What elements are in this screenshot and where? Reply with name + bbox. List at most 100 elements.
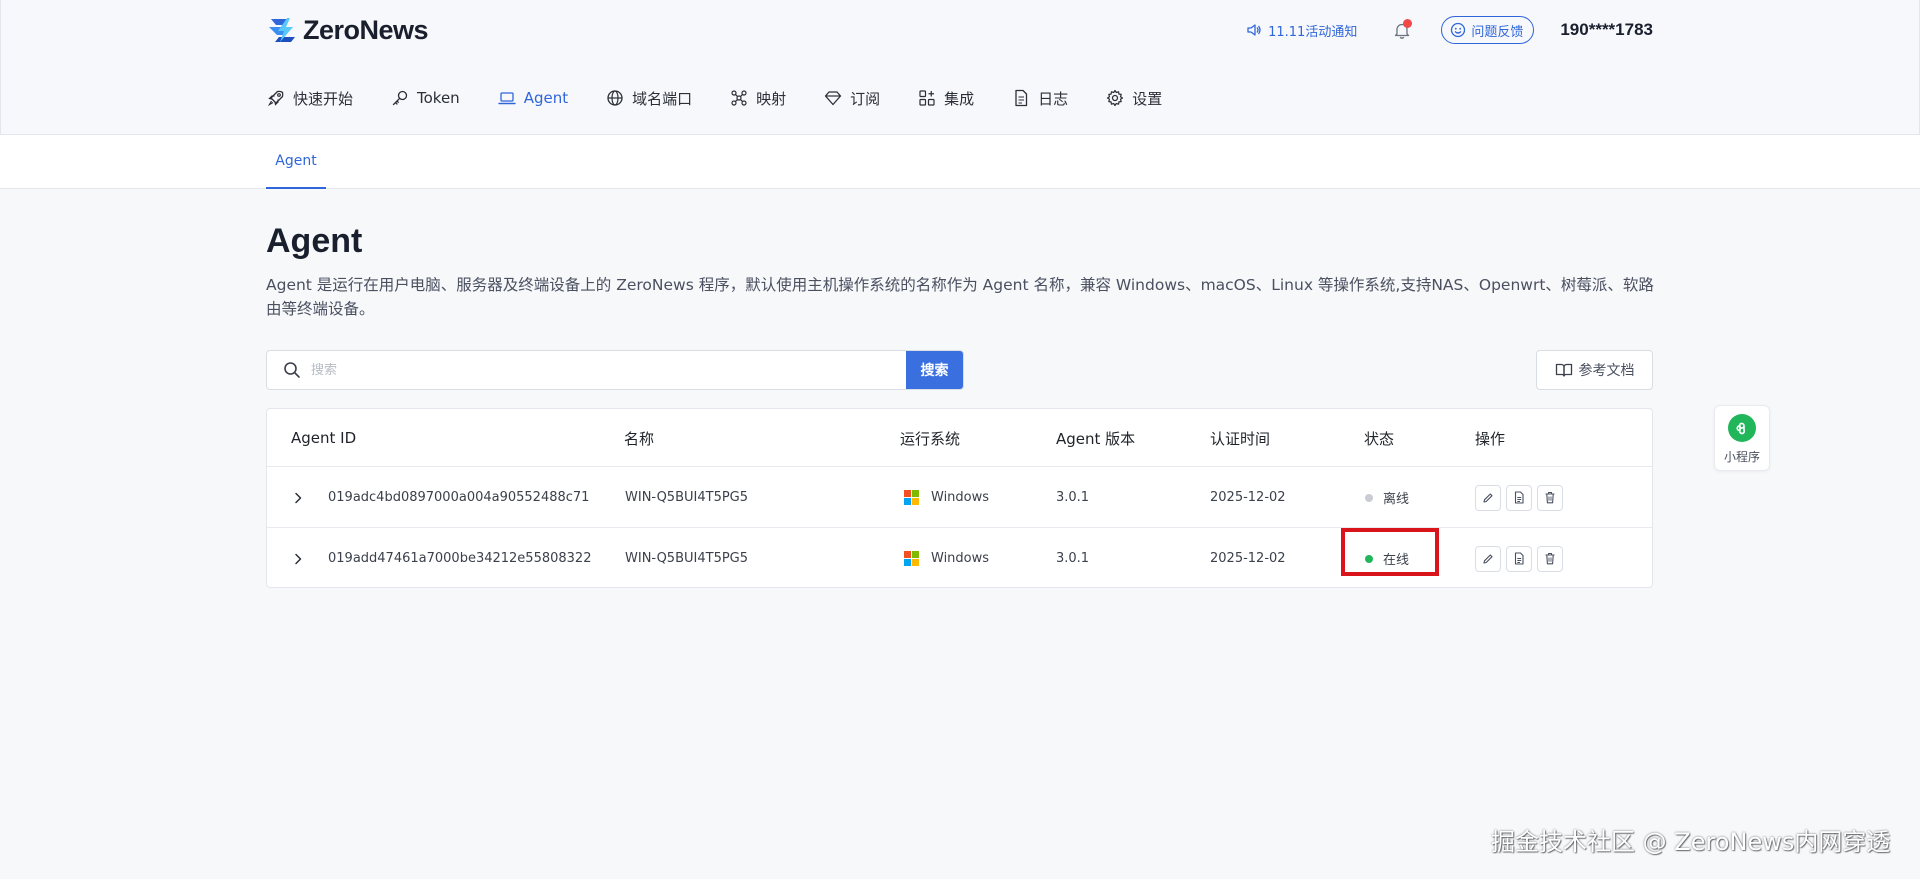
nav-item-quickstart[interactable]: 快速开始 — [267, 88, 353, 109]
log-button[interactable] — [1506, 545, 1532, 572]
mini-program-button[interactable]: 小程序 — [1714, 405, 1770, 471]
search-button[interactable]: 搜索 — [906, 351, 963, 389]
user-phone[interactable]: 190****1783 — [1560, 20, 1653, 40]
row-actions — [1475, 545, 1568, 572]
version-cell: 3.0.1 — [1056, 490, 1090, 505]
logo-text: ZeroNews — [303, 14, 429, 45]
delete-button[interactable] — [1537, 484, 1563, 511]
auth-time-cell: 2025-12-02 — [1210, 490, 1286, 505]
gear-icon — [1107, 89, 1124, 107]
nav-item-subscription[interactable]: 订阅 — [824, 88, 880, 109]
nav-label: Token — [417, 89, 460, 107]
status-cell: 离线 — [1365, 467, 1409, 528]
notification-bell[interactable] — [1391, 19, 1413, 41]
actions-cell — [1475, 467, 1568, 528]
nav-label: 集成 — [944, 89, 975, 108]
grid-icon — [919, 90, 935, 106]
header-actions: 11.11活动通知 问题反馈 190****1783 — [1246, 14, 1653, 46]
speaker-icon — [1247, 24, 1261, 36]
nav-item-domain-port[interactable]: 域名端口 — [606, 88, 692, 109]
actions-cell — [1475, 528, 1568, 589]
top-header: ZeroNews 11.11活动通知 问题反馈 190****1783 快速开始… — [0, 0, 1920, 135]
globe-icon — [607, 90, 623, 106]
column-header-version: Agent 版本 — [1056, 429, 1136, 448]
agent-name-cell: WIN-Q5BUI4T5PG5 — [625, 490, 749, 505]
edit-button[interactable] — [1475, 484, 1501, 511]
mapping-icon — [731, 90, 747, 106]
windows-icon — [904, 490, 919, 505]
log-button[interactable] — [1506, 484, 1532, 511]
nav-item-integration[interactable]: 集成 — [918, 88, 974, 109]
expand-row-button[interactable] — [293, 528, 303, 589]
agent-name-cell: WIN-Q5BUI4T5PG5 — [625, 551, 749, 566]
windows-icon — [904, 551, 919, 566]
page-title: Agent — [266, 222, 363, 260]
agent-id-cell: 019adc4bd0897000a004a90552488c71 — [328, 490, 590, 505]
column-header-auth-time: 认证时间 — [1210, 429, 1271, 448]
pencil-icon — [1483, 492, 1493, 503]
row-actions — [1475, 484, 1568, 511]
mini-program-label: 小程序 — [1723, 450, 1760, 464]
smile-icon — [1451, 22, 1466, 38]
column-header-agent-id: Agent ID — [291, 429, 357, 447]
nav-label: 快速开始 — [293, 89, 354, 108]
laptop-icon — [498, 92, 516, 105]
document-icon — [1514, 552, 1524, 565]
document-icon — [1015, 89, 1028, 107]
chevron-right-icon — [295, 492, 302, 503]
agent-id-cell: 019add47461a7000be34212e55808322 — [328, 551, 592, 566]
search-input[interactable] — [311, 362, 906, 378]
os-label: Windows — [931, 490, 990, 505]
diamond-icon — [824, 91, 842, 106]
column-header-status: 状态 — [1364, 429, 1395, 448]
edit-button[interactable] — [1475, 545, 1501, 572]
column-header-actions: 操作 — [1475, 429, 1506, 448]
nav-item-token[interactable]: Token — [391, 89, 460, 107]
document-icon — [1514, 491, 1524, 504]
column-header-os: 运行系统 — [900, 429, 961, 448]
activity-notice-link[interactable]: 11.11活动通知 — [1246, 21, 1357, 40]
logo[interactable]: ZeroNews — [267, 14, 429, 46]
activity-notice-label: 11.11活动通知 — [1268, 24, 1358, 40]
os-label: Windows — [931, 551, 990, 566]
nav-item-logs[interactable]: 日志 — [1012, 88, 1068, 109]
trash-icon — [1545, 552, 1555, 565]
search-icon — [284, 362, 300, 378]
trash-icon — [1545, 491, 1555, 504]
notification-dot — [1403, 19, 1413, 28]
status-label: 离线 — [1383, 492, 1410, 507]
reference-docs-label: 参考文档 — [1578, 363, 1635, 379]
column-header-name: 名称 — [624, 429, 655, 448]
page-description: Agent 是运行在用户电脑、服务器及终端设备上的 ZeroNews 程序，默认… — [266, 276, 1654, 318]
table-row[interactable]: 019add47461a7000be34212e55808322 WIN-Q5B… — [267, 528, 1652, 589]
nav-label: 域名端口 — [632, 89, 693, 108]
mini-program-icon — [1728, 414, 1756, 442]
feedback-button[interactable]: 问题反馈 — [1441, 16, 1535, 44]
auth-time-cell: 2025-12-02 — [1210, 551, 1286, 566]
nav-item-agent[interactable]: Agent — [498, 89, 568, 107]
nav-item-mapping[interactable]: 映射 — [730, 88, 786, 109]
delete-button[interactable] — [1537, 545, 1563, 572]
nav-item-settings[interactable]: 设置 — [1106, 88, 1162, 109]
status-highlight-box — [1341, 528, 1439, 576]
nav-label: 订阅 — [850, 89, 881, 108]
status-dot-offline — [1365, 493, 1373, 502]
nav-label: 设置 — [1132, 89, 1163, 108]
pencil-icon — [1483, 553, 1493, 564]
os-cell: Windows — [904, 528, 989, 589]
nav-label: 映射 — [756, 89, 787, 108]
nav-label: Agent — [523, 89, 569, 107]
nav-label: 日志 — [1038, 89, 1069, 108]
main-nav: 快速开始 Token Agent 域名端口 映射 订阅 集成 日志 设置 — [267, 82, 1200, 114]
tab-agent[interactable]: Agent — [266, 135, 326, 189]
table-row[interactable]: 019adc4bd0897000a004a90552488c71 WIN-Q5B… — [267, 467, 1652, 528]
expand-row-button[interactable] — [293, 467, 303, 528]
rocket-icon — [267, 90, 284, 107]
key-icon — [392, 90, 408, 106]
sub-tab-bar: Agent — [0, 135, 1920, 189]
os-cell: Windows — [904, 467, 989, 528]
feedback-label: 问题反馈 — [1471, 24, 1524, 40]
reference-docs-button[interactable]: 参考文档 — [1536, 350, 1653, 390]
book-icon — [1555, 363, 1572, 377]
logo-mark-icon — [269, 18, 295, 42]
